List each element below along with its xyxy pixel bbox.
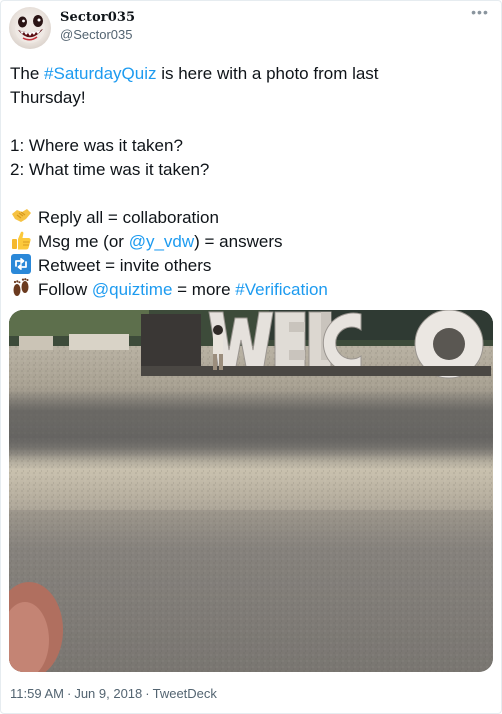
author-display-name[interactable]: Sector035 [60, 10, 135, 26]
avatar[interactable] [9, 7, 51, 49]
meta-separator: · [66, 686, 72, 701]
hashtag-verification-link[interactable]: #Verification [235, 280, 328, 299]
meta-separator: · [145, 686, 150, 701]
tweet-time[interactable]: 11:59 AM [10, 686, 64, 701]
intro-text-2: is here with a photo from last [156, 64, 379, 83]
mention-quiztime-link[interactable]: @quiztime [92, 280, 173, 299]
mention-y-vdw-link[interactable]: @y_vdw [129, 232, 194, 251]
hashtag-saturdayquiz-link[interactable]: #SaturdayQuiz [44, 64, 156, 83]
author-handle[interactable]: @Sector035 [60, 26, 135, 43]
retweet-icon [10, 254, 32, 274]
rule-retweet: Retweet = invite others [10, 254, 494, 278]
rule-reply-all-text: Reply all = collaboration [38, 208, 219, 227]
tweet-header: Sector035 @Sector035 ••• [9, 5, 493, 49]
text-line-intro: The #SaturdayQuiz is here with a photo f… [10, 62, 494, 86]
rule-reply-all: Reply all = collaboration [10, 206, 494, 230]
question-2: 2: What time was it taken? [10, 160, 210, 179]
tweet-date[interactable]: Jun 9, 2018 [74, 686, 142, 701]
tweet-meta: 11:59 AM · Jun 9, 2018 · TweetDeck [10, 686, 217, 702]
tweet-source[interactable]: TweetDeck [153, 686, 217, 701]
avatar-face-icon [15, 15, 45, 43]
handshake-icon [10, 206, 32, 226]
msg-me-text-1: Msg me (or [38, 232, 129, 251]
author-names: Sector035 @Sector035 [60, 10, 135, 43]
thumbs-up-icon [10, 230, 32, 250]
more-options-icon[interactable]: ••• [469, 5, 491, 23]
tweet-card: Sector035 @Sector035 ••• The #SaturdayQu… [0, 0, 502, 714]
rule-msg-me: Msg me (or @y_vdw) = answers [10, 230, 494, 254]
intro-text-1: The [10, 64, 45, 83]
footprints-icon [10, 278, 32, 298]
follow-text-1: Follow [38, 280, 92, 299]
intro-text-3: Thursday! [10, 88, 86, 107]
tweet-text: The #SaturdayQuiz is here with a photo f… [10, 62, 494, 302]
tweet-photo[interactable] [9, 310, 493, 672]
welcome-sign [141, 310, 491, 379]
rule-retweet-text: Retweet = invite others [38, 256, 212, 275]
msg-me-text-2: ) = answers [194, 232, 283, 251]
follow-text-2: = more [172, 280, 236, 299]
rule-follow: Follow @quiztime = more #Verification [10, 278, 494, 302]
question-1: 1: Where was it taken? [10, 136, 183, 155]
plaza-welcome-sign-photo [9, 310, 493, 672]
